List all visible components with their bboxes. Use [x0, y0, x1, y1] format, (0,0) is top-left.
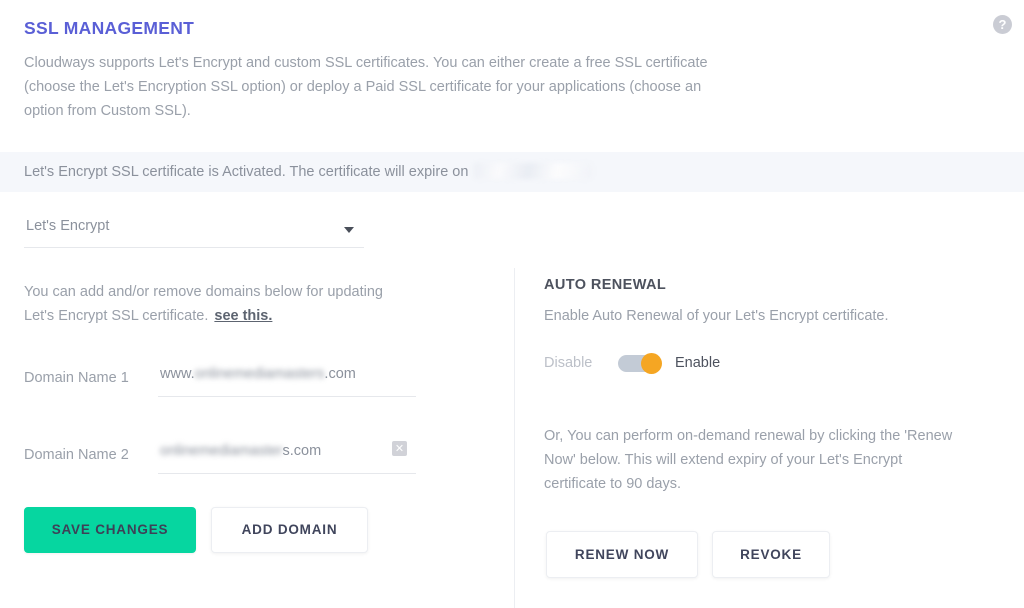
save-changes-button[interactable]: SAVE CHANGES [24, 507, 196, 553]
domains-description: You can add and/or remove domains below … [24, 280, 484, 328]
banner-message: Let's Encrypt SSL certificate is Activat… [24, 164, 469, 180]
close-x-icon[interactable]: ✕ [392, 441, 407, 456]
help-circle-icon[interactable]: ? [993, 15, 1012, 34]
domains-description-text: You can add and/or remove domains below … [24, 280, 484, 328]
domain-2-suffix: s.com [282, 443, 322, 459]
on-demand-renewal-note: Or, You can perform on-demand renewal by… [544, 424, 964, 496]
ssl-type-select[interactable]: Let's Encrypt [24, 211, 364, 248]
toggle-enable-label[interactable]: Enable [675, 355, 720, 371]
domain-name-2-input[interactable]: onlinemediamasters.com [158, 439, 416, 474]
domain-name-1-label: Domain Name 1 [24, 370, 129, 386]
add-domain-button[interactable]: ADD DOMAIN [211, 507, 368, 553]
banner-message-wrap: Let's Encrypt SSL certificate is Activat… [24, 163, 593, 180]
expiry-date-redacted [474, 163, 593, 179]
auto-renewal-heading: AUTO RENEWAL [544, 277, 667, 293]
toggle-knob [641, 353, 662, 374]
page-title: SSL MANAGEMENT [24, 18, 195, 38]
ssl-management-page: SSL MANAGEMENT Cloudways supports Let's … [0, 0, 1024, 608]
domains-description-line1: You can add and/or remove domains below … [24, 284, 383, 300]
domain-2-blurred: onlinemediamaster [160, 443, 283, 459]
auto-renewal-toggle[interactable] [618, 353, 662, 374]
domain-name-2-label: Domain Name 2 [24, 447, 129, 463]
chevron-down-icon [344, 227, 354, 233]
ssl-type-selected-value: Let's Encrypt [26, 218, 110, 234]
intro-description: Cloudways supports Let's Encrypt and cus… [24, 55, 708, 119]
auto-renewal-description: Enable Auto Renewal of your Let's Encryp… [544, 308, 889, 324]
see-this-link[interactable]: see this. [214, 308, 272, 324]
auto-renewal-section: AUTO RENEWAL Enable Auto Renewal of your… [544, 277, 984, 328]
renew-now-button[interactable]: RENEW NOW [546, 531, 698, 578]
certificate-status-banner: Let's Encrypt SSL certificate is Activat… [0, 152, 1024, 192]
on-demand-renewal-text: Or, You can perform on-demand renewal by… [544, 428, 953, 492]
page-header: SSL MANAGEMENT Cloudways supports Let's … [24, 18, 1000, 123]
domain-name-2-value: onlinemediamasters.com [160, 443, 321, 459]
revoke-button[interactable]: REVOKE [712, 531, 830, 578]
domain-1-blurred: onlinemediamasters [194, 366, 325, 382]
column-divider [514, 268, 515, 608]
toggle-disable-label[interactable]: Disable [544, 355, 592, 371]
domain-1-suffix: .com [324, 366, 356, 382]
domain-name-1-input[interactable]: www.onlinemediamasters.com [158, 362, 416, 397]
domains-description-line2: Let's Encrypt SSL certificate. [24, 308, 209, 324]
domain-name-1-value: www.onlinemediamasters.com [160, 366, 356, 382]
domain-1-prefix: www. [160, 366, 195, 382]
